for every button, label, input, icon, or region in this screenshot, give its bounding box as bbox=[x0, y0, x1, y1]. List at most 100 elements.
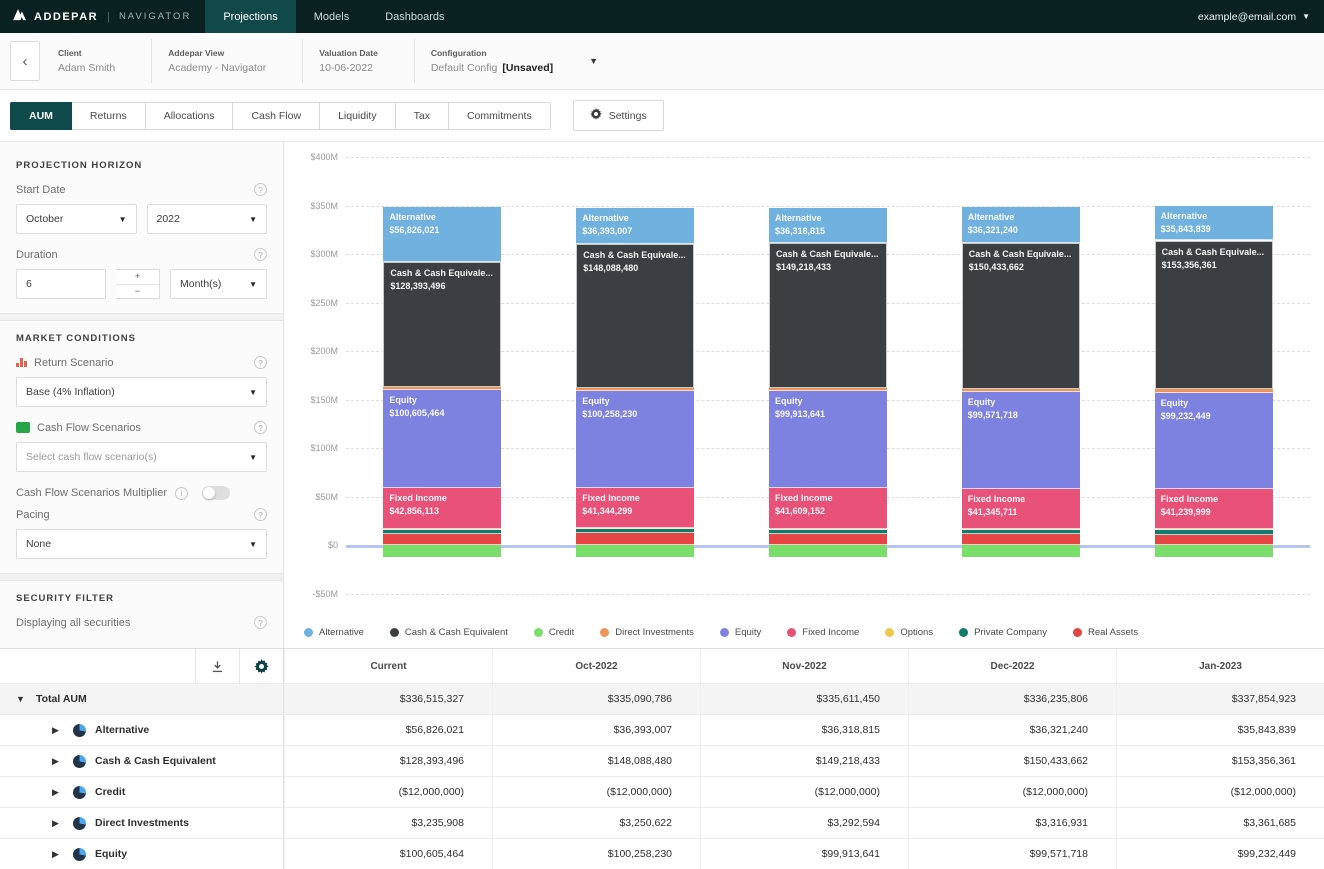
tab-tax[interactable]: Tax bbox=[396, 102, 449, 130]
expand-caret-icon[interactable]: ▶ bbox=[52, 756, 64, 767]
help-icon-duration[interactable]: ? bbox=[254, 248, 267, 261]
legend-item-options[interactable]: Options bbox=[885, 627, 933, 638]
segment-real-assets[interactable] bbox=[1155, 535, 1273, 546]
info-icon-multiplier[interactable]: i bbox=[175, 487, 188, 500]
tab-allocations[interactable]: Allocations bbox=[146, 102, 234, 130]
column-header-dec-2022[interactable]: Dec-2022 bbox=[908, 649, 1116, 683]
segment-options[interactable] bbox=[576, 528, 694, 529]
segment-alternative[interactable]: Alternative$36,321,240 bbox=[962, 207, 1080, 242]
segment-real-assets[interactable] bbox=[769, 534, 887, 545]
table-row-credit[interactable]: ▶Credit($12,000,000)($12,000,000)($12,00… bbox=[0, 777, 1324, 808]
nav-tab-models[interactable]: Models bbox=[296, 0, 367, 33]
legend-item-credit[interactable]: Credit bbox=[534, 627, 574, 638]
segment-equity[interactable]: Equity$99,913,641 bbox=[769, 391, 887, 488]
segment-private-company[interactable] bbox=[576, 529, 694, 533]
segment-direct-investments[interactable] bbox=[1155, 389, 1273, 392]
start-month-select[interactable]: October ▼ bbox=[16, 204, 137, 234]
expand-caret-icon[interactable]: ▶ bbox=[52, 725, 64, 736]
duration-unit-select[interactable]: Month(s) ▼ bbox=[170, 269, 267, 299]
column-header-current[interactable]: Current bbox=[284, 649, 492, 683]
start-year-select[interactable]: 2022 ▼ bbox=[147, 204, 268, 234]
segment-alternative[interactable]: Alternative$36,318,815 bbox=[769, 208, 887, 243]
legend-item-fixed-income[interactable]: Fixed Income bbox=[787, 627, 859, 638]
column-header-jan-2023[interactable]: Jan-2023 bbox=[1116, 649, 1324, 683]
expand-caret-icon[interactable]: ▶ bbox=[52, 818, 64, 829]
column-header-nov-2022[interactable]: Nov-2022 bbox=[700, 649, 908, 683]
segment-private-company[interactable] bbox=[769, 530, 887, 534]
segment-cash-cash-equivalent[interactable]: Cash & Cash Equivale...$150,433,662 bbox=[962, 243, 1080, 389]
download-icon[interactable] bbox=[195, 649, 239, 683]
segment-credit[interactable] bbox=[1155, 545, 1273, 557]
segment-alternative[interactable]: Alternative$56,826,021 bbox=[383, 207, 501, 262]
user-menu[interactable]: example@email.com ▼ bbox=[1184, 0, 1324, 33]
segment-options[interactable] bbox=[769, 529, 887, 530]
expand-caret-icon[interactable]: ▶ bbox=[52, 849, 64, 860]
help-icon-return-scenario[interactable]: ? bbox=[254, 356, 267, 369]
segment-equity[interactable]: Equity$99,571,718 bbox=[962, 392, 1080, 489]
cash-flow-scenarios-select[interactable]: Select cash flow scenario(s) ▼ bbox=[16, 442, 267, 472]
segment-private-company[interactable] bbox=[1155, 530, 1273, 535]
tab-liquidity[interactable]: Liquidity bbox=[320, 102, 396, 130]
segment-credit[interactable] bbox=[769, 545, 887, 557]
segment-direct-investments[interactable] bbox=[769, 388, 887, 391]
table-row-alternative[interactable]: ▶Alternative$56,826,021$36,393,007$36,31… bbox=[0, 715, 1324, 746]
duration-input[interactable] bbox=[16, 269, 106, 299]
decrement-button[interactable]: − bbox=[116, 285, 159, 299]
segment-fixed-income[interactable]: Fixed Income$42,856,113 bbox=[383, 488, 501, 530]
segment-private-company[interactable] bbox=[383, 530, 501, 534]
table-row-direct-investments[interactable]: ▶Direct Investments$3,235,908$3,250,622$… bbox=[0, 808, 1324, 839]
legend-item-cash-cash-equivalent[interactable]: Cash & Cash Equivalent bbox=[390, 627, 508, 638]
segment-equity[interactable]: Equity$100,605,464 bbox=[383, 390, 501, 488]
segment-real-assets[interactable] bbox=[383, 534, 501, 545]
segment-alternative[interactable]: Alternative$36,393,007 bbox=[576, 208, 694, 243]
configuration-dropdown[interactable]: ▼ bbox=[579, 52, 608, 70]
settings-button[interactable]: Settings bbox=[573, 100, 664, 131]
segment-cash-cash-equivalent[interactable]: Cash & Cash Equivale...$153,356,361 bbox=[1155, 241, 1273, 390]
return-scenario-select[interactable]: Base (4% Inflation) ▼ bbox=[16, 377, 267, 407]
collapse-caret-icon[interactable]: ▼ bbox=[16, 694, 28, 704]
segment-credit[interactable] bbox=[962, 545, 1080, 557]
segment-real-assets[interactable] bbox=[962, 534, 1080, 545]
segment-cash-cash-equivalent[interactable]: Cash & Cash Equivale...$148,088,480 bbox=[576, 244, 694, 388]
multiplier-toggle[interactable] bbox=[202, 486, 230, 500]
segment-equity[interactable]: Equity$100,258,230 bbox=[576, 391, 694, 488]
segment-real-assets[interactable] bbox=[576, 533, 694, 545]
nav-tab-dashboards[interactable]: Dashboards bbox=[367, 0, 462, 33]
help-icon-security-filter[interactable]: ? bbox=[254, 616, 267, 629]
segment-credit[interactable] bbox=[383, 545, 501, 557]
pacing-select[interactable]: None ▼ bbox=[16, 529, 267, 559]
segment-fixed-income[interactable]: Fixed Income$41,609,152 bbox=[769, 488, 887, 528]
segment-equity[interactable]: Equity$99,232,449 bbox=[1155, 393, 1273, 489]
segment-cash-cash-equivalent[interactable]: Cash & Cash Equivale...$128,393,496 bbox=[383, 262, 501, 387]
segment-direct-investments[interactable] bbox=[576, 388, 694, 391]
increment-button[interactable]: + bbox=[116, 270, 159, 285]
segment-options[interactable] bbox=[962, 529, 1080, 530]
segment-direct-investments[interactable] bbox=[962, 389, 1080, 392]
legend-item-private-company[interactable]: Private Company bbox=[959, 627, 1047, 638]
segment-fixed-income[interactable]: Fixed Income$41,345,711 bbox=[962, 489, 1080, 529]
help-icon-start-date[interactable]: ? bbox=[254, 183, 267, 196]
gear-icon[interactable] bbox=[239, 649, 283, 683]
expand-caret-icon[interactable]: ▶ bbox=[52, 787, 64, 798]
segment-options[interactable] bbox=[383, 529, 501, 530]
tab-returns[interactable]: Returns bbox=[72, 102, 146, 130]
column-header-oct-2022[interactable]: Oct-2022 bbox=[492, 649, 700, 683]
legend-item-real-assets[interactable]: Real Assets bbox=[1073, 627, 1138, 638]
tab-commitments[interactable]: Commitments bbox=[449, 102, 551, 130]
segment-alternative[interactable]: Alternative$35,843,839 bbox=[1155, 206, 1273, 241]
nav-tab-projections[interactable]: Projections bbox=[205, 0, 295, 33]
segment-options[interactable] bbox=[1155, 529, 1273, 530]
segment-fixed-income[interactable]: Fixed Income$41,239,999 bbox=[1155, 489, 1273, 529]
legend-item-equity[interactable]: Equity bbox=[720, 627, 761, 638]
table-row-equity[interactable]: ▶Equity$100,605,464$100,258,230$99,913,6… bbox=[0, 839, 1324, 869]
table-row-total-aum[interactable]: ▼Total AUM$336,515,327$335,090,786$335,6… bbox=[0, 684, 1324, 715]
help-icon-cash-flow-scenarios[interactable]: ? bbox=[254, 421, 267, 434]
tab-cash-flow[interactable]: Cash Flow bbox=[233, 102, 320, 130]
legend-item-alternative[interactable]: Alternative bbox=[304, 627, 364, 638]
table-row-cash-cash-equivalent[interactable]: ▶Cash & Cash Equivalent$128,393,496$148,… bbox=[0, 746, 1324, 777]
segment-credit[interactable] bbox=[576, 545, 694, 557]
legend-item-direct-investments[interactable]: Direct Investments bbox=[600, 627, 694, 638]
tab-aum[interactable]: AUM bbox=[10, 102, 72, 130]
segment-fixed-income[interactable]: Fixed Income$41,344,299 bbox=[576, 488, 694, 528]
segment-direct-investments[interactable] bbox=[383, 387, 501, 390]
